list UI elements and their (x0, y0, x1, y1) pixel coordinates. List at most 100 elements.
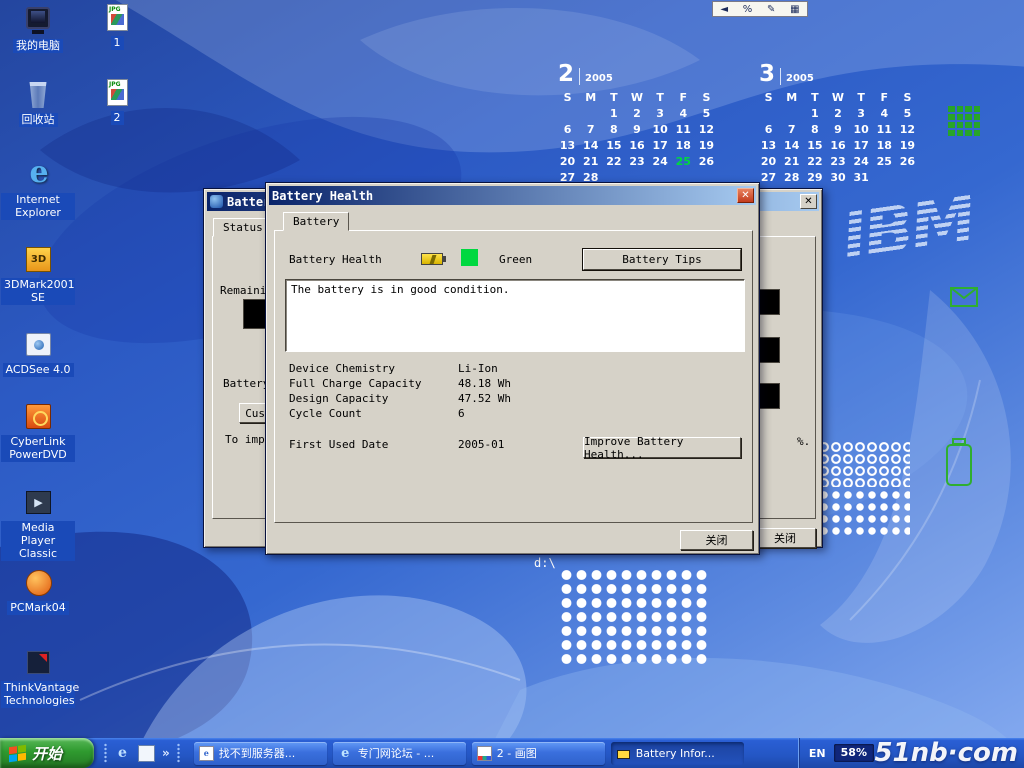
day-header: T (649, 91, 672, 104)
field-label: Cycle Count (289, 407, 362, 420)
close-icon[interactable]: ✕ (737, 188, 754, 203)
improve-battery-health-button[interactable]: Improve Battery Health... (583, 437, 741, 458)
acdsee-icon (21, 330, 55, 360)
calendar-month: 3 (759, 63, 775, 86)
mpc-icon (21, 488, 55, 518)
ie-icon: e (338, 746, 353, 761)
task-label: Battery Infor... (636, 747, 715, 760)
percent-icon[interactable]: % (743, 4, 753, 15)
battery-tips-button[interactable]: Battery Tips (583, 249, 741, 270)
calendar-day (780, 107, 803, 120)
calendar-divider (579, 68, 580, 85)
desktop-icon-pcmark04[interactable]: PCMark04 (0, 568, 76, 615)
desktop-icon-internet-explorer[interactable]: Internet Explorer (0, 160, 76, 220)
desktop-icon-acdsee[interactable]: ACDSee 4.0 (0, 330, 76, 377)
field-label: Design Capacity (289, 392, 388, 405)
keyboard-icon[interactable]: ▦ (790, 4, 799, 15)
pen-icon[interactable]: ✎ (767, 4, 775, 15)
chevron-more-icon[interactable]: » (162, 746, 170, 760)
grid-icon (948, 106, 980, 136)
calendar-day: 15 (602, 139, 625, 152)
language-indicator[interactable]: EN (809, 747, 826, 760)
desktop-icon-3dmark2001[interactable]: 3DMark2001 SE (0, 245, 76, 305)
calendar-day: 23 (625, 155, 648, 168)
drive-label: d:\ (534, 556, 556, 570)
calendar-day: 10 (649, 123, 672, 136)
pcmark-icon (21, 568, 55, 598)
ie-quicklaunch-icon[interactable]: e (114, 745, 131, 762)
desktop-icon-powerdvd[interactable]: CyberLink PowerDVD (0, 402, 76, 462)
task-button-paint[interactable]: 2 - 画图 (472, 742, 605, 765)
taskbar: 开始 e » e 找不到服务器... e 专门网论坛 - ... 2 - 画图 … (0, 738, 1024, 768)
task-button-battery-information[interactable]: Battery Infor... (611, 742, 744, 765)
battery-task-icon (616, 746, 631, 761)
start-button[interactable]: 开始 (0, 738, 94, 768)
close-button[interactable]: 关闭 (754, 528, 816, 548)
calendar-day: 8 (803, 123, 826, 136)
calendar-day: 26 (896, 155, 919, 168)
calendar-day: 17 (649, 139, 672, 152)
icon-label: ACDSee 4.0 (3, 363, 74, 377)
desktop-file-2[interactable]: JPG 2 (88, 78, 146, 125)
calendar-day: 6 (757, 123, 780, 136)
calendar-day: 22 (602, 155, 625, 168)
field-value: Li-Ion (458, 362, 498, 375)
calendar-day (556, 107, 579, 120)
desktop-icon-thinkvantage[interactable]: ThinkVantage Technologies (0, 648, 76, 708)
calendar-day: 20 (556, 155, 579, 168)
calendar-day: 3 (850, 107, 873, 120)
jpg-badge: JPG (109, 6, 121, 13)
field-value: 47.52 Wh (458, 392, 511, 405)
calendar-day: 2 (625, 107, 648, 120)
calendar-day: 7 (780, 123, 803, 136)
calendar-day (579, 107, 602, 120)
calendar-divider (780, 68, 781, 85)
calendar-day: 11 (873, 123, 896, 136)
day-header: W (826, 91, 849, 104)
calendar-day: 13 (556, 139, 579, 152)
toolbar-handle[interactable] (104, 743, 107, 763)
calendar-day: 21 (780, 155, 803, 168)
calendar-day: 1 (803, 107, 826, 120)
desktop-icon-my-computer[interactable]: 我的电脑 (0, 6, 76, 53)
close-icon[interactable]: ✕ (800, 194, 817, 209)
battery-tray-badge[interactable]: 58% (834, 744, 874, 762)
window-title: Battery Health (272, 189, 373, 203)
calendar-day: 7 (579, 123, 602, 136)
condition-textbox[interactable]: The battery is in good condition. (285, 279, 745, 352)
desktop: IBM d:\ ◄ % ✎ ▦ 2 2005 SMTWTFS 12345 678… (0, 0, 1024, 768)
calendar-month: 2 (558, 63, 574, 86)
document-quicklaunch-icon[interactable] (138, 745, 155, 762)
jpg-file-icon: JPG (100, 3, 134, 33)
task-button-forum[interactable]: e 专门网论坛 - ... (333, 742, 466, 765)
battery-icon-wall (944, 438, 974, 488)
tab-status[interactable]: Status (213, 218, 273, 237)
tab-battery[interactable]: Battery (283, 212, 349, 231)
desktop-file-1[interactable]: JPG 1 (88, 3, 146, 50)
task-button-server-not-found[interactable]: e 找不到服务器... (194, 742, 327, 765)
calendar-day: 14 (579, 139, 602, 152)
task-label: 找不到服务器... (219, 745, 296, 761)
day-header: W (625, 91, 648, 104)
title-bar[interactable]: Battery Health ✕ (269, 186, 756, 205)
calendar-day: 17 (850, 139, 873, 152)
toolbar-handle[interactable] (177, 743, 180, 763)
close-button[interactable]: 关闭 (680, 530, 753, 550)
calendar-day: 12 (896, 123, 919, 136)
calendar-day: 20 (757, 155, 780, 168)
my-computer-icon (21, 6, 55, 36)
day-header: S (695, 91, 718, 104)
desktop-icon-media-player-classic[interactable]: Media Player Classic (0, 488, 76, 561)
day-header: T (850, 91, 873, 104)
watermark: 51nb·com (874, 738, 1018, 768)
task-label: 专门网论坛 - ... (358, 745, 434, 761)
speaker-icon[interactable]: ◄ (720, 4, 728, 15)
dots-grid-small (818, 489, 910, 535)
day-header: S (556, 91, 579, 104)
first-used-label: First Used Date (289, 438, 388, 451)
calendar-day: 30 (826, 171, 849, 184)
desktop-icon-recycle-bin[interactable]: 回收站 (0, 80, 76, 127)
calendar-february: 2 2005 SMTWTFS 12345 6789101112 13141516… (556, 56, 718, 184)
icon-label: 我的电脑 (13, 39, 63, 53)
calendar-day: 21 (579, 155, 602, 168)
